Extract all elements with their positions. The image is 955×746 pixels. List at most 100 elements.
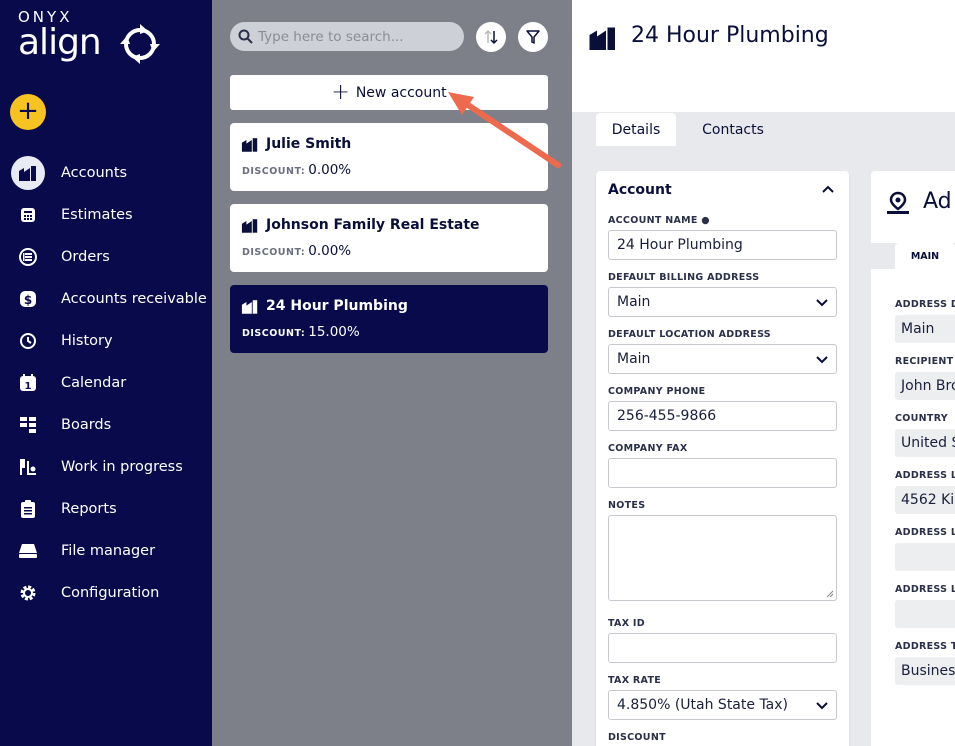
sidebar: ONYX align + Accounts Estimates Orders $… [0, 0, 212, 746]
page-title: 24 Hour Plumbing [631, 23, 829, 48]
history-icon [11, 324, 45, 358]
search-input[interactable]: Type here to search... [230, 22, 464, 51]
tab-main[interactable]: MAIN [895, 243, 955, 269]
app-logo: ONYX align [18, 8, 178, 70]
annotation-arrow [448, 92, 561, 168]
sidebar-item-file-manager[interactable]: File manager [0, 530, 212, 572]
account-card-selected[interactable]: 24 Hour Plumbing DISCOUNT: 15.00% [230, 285, 548, 353]
billing-address-label: DEFAULT BILLING ADDRESS [608, 272, 760, 283]
address-line-1-field[interactable]: 4562 Kil [895, 486, 955, 514]
company-phone-field[interactable]: 256-455-9866 [608, 401, 837, 431]
location-address-value: Main [617, 351, 651, 367]
sidebar-item-configuration[interactable]: Configuration [0, 572, 212, 614]
address-line-3-field[interactable] [895, 600, 955, 628]
discount-label: DISCOUNT: [242, 328, 306, 339]
calendar-icon: 1 [11, 366, 45, 400]
sidebar-item-label: Orders [61, 249, 110, 265]
tax-rate-select[interactable]: 4.850% (Utah State Tax) [608, 690, 837, 720]
chevron-down-icon [816, 356, 828, 364]
sidebar-item-label: File manager [61, 543, 156, 559]
chevron-up-icon[interactable] [821, 184, 835, 194]
plus-icon: + [331, 79, 350, 105]
add-button[interactable]: + [10, 94, 46, 130]
billing-address-value: Main [617, 294, 651, 310]
tax-id-field[interactable] [608, 633, 837, 663]
sidebar-item-label: Work in progress [61, 459, 183, 475]
orders-icon [11, 240, 45, 274]
account-name: 24 Hour Plumbing [266, 298, 408, 314]
sidebar-item-label: History [61, 333, 113, 349]
address-line-2-field[interactable] [895, 543, 955, 571]
sidebar-item-label: Accounts receivable [61, 291, 207, 307]
resize-grip-icon[interactable] [826, 590, 834, 598]
sidebar-item-boards[interactable]: Boards [0, 404, 212, 446]
sidebar-item-accounts-receivable[interactable]: $ Accounts receivable [0, 278, 212, 320]
notes-textarea[interactable] [608, 515, 837, 601]
sidebar-item-orders[interactable]: Orders [0, 236, 212, 278]
tax-rate-label: TAX RATE [608, 675, 662, 686]
tax-rate-value: 4.850% (Utah State Tax) [617, 697, 789, 713]
sort-icon [484, 29, 498, 45]
field-label: ADDRESS DIS [895, 299, 955, 310]
account-detail: 24 Hour Plumbing Details Contacts Accoun… [572, 0, 955, 746]
field-label: RECIPIENT [895, 356, 954, 367]
sidebar-item-accounts[interactable]: Accounts [0, 152, 212, 194]
billing-address-select[interactable]: Main [608, 287, 837, 317]
sidebar-item-label: Configuration [61, 585, 160, 601]
chevron-down-icon [816, 702, 828, 710]
account-name: Julie Smith [266, 136, 352, 152]
sidebar-item-label: Estimates [61, 207, 133, 223]
discount-label: DISCOUNT: [242, 166, 306, 177]
tax-id-label: TAX ID [608, 618, 645, 629]
gear-icon [11, 576, 45, 610]
company-fax-field[interactable] [608, 458, 837, 488]
account-name: Johnson Family Real Estate [266, 217, 480, 233]
filter-icon [526, 30, 540, 44]
sort-button[interactable] [476, 22, 506, 52]
factory-icon [11, 156, 45, 190]
factory-icon [241, 300, 258, 314]
discount-label: DISCOUNT: [242, 247, 306, 258]
discount-value: 0.00% [308, 243, 352, 259]
sidebar-item-work-in-progress[interactable]: Work in progress [0, 446, 212, 488]
sidebar-item-reports[interactable]: Reports [0, 488, 212, 530]
filter-button[interactable] [518, 22, 548, 52]
tab-details[interactable]: Details [596, 113, 676, 146]
chevron-down-icon [816, 299, 828, 307]
account-panel: Account ACCOUNT NAME ● 24 Hour Plumbing … [596, 171, 849, 746]
sidebar-item-label: Calendar [61, 375, 127, 391]
recipient-field[interactable]: John Bro [895, 372, 955, 400]
tab-contacts[interactable]: Contacts [692, 113, 774, 146]
svg-text:$: $ [24, 293, 32, 307]
discount-label: DISCOUNT [608, 732, 666, 743]
factory-icon [241, 219, 258, 233]
location-address-label: DEFAULT LOCATION ADDRESS [608, 329, 771, 340]
field-label: ADDRESS LIN [895, 527, 955, 538]
address-display-field[interactable]: Main [895, 315, 955, 343]
account-card[interactable]: Johnson Family Real Estate DISCOUNT: 0.00… [230, 204, 548, 272]
company-fax-label: COMPANY FAX [608, 443, 688, 454]
field-label: ADDRESS LIN [895, 584, 955, 595]
factory-icon [589, 27, 615, 50]
location-address-select[interactable]: Main [608, 344, 837, 374]
svg-text:1: 1 [25, 381, 32, 392]
logo-cycle-icon [120, 24, 160, 64]
account-discount: DISCOUNT: 15.00% [242, 324, 360, 340]
sidebar-item-label: Reports [61, 501, 117, 517]
boards-icon [11, 408, 45, 442]
country-field[interactable]: United S [895, 429, 955, 457]
location-pin-icon [887, 191, 909, 214]
factory-icon [241, 138, 258, 152]
search-placeholder: Type here to search... [258, 28, 404, 45]
account-name-field[interactable]: 24 Hour Plumbing [608, 230, 837, 260]
search-icon [238, 29, 253, 44]
account-discount: DISCOUNT: 0.00% [242, 243, 351, 259]
calculator-icon [11, 198, 45, 232]
wip-icon [11, 450, 45, 484]
sidebar-item-estimates[interactable]: Estimates [0, 194, 212, 236]
field-label: ADDRESS TY [895, 641, 955, 652]
sidebar-item-calendar[interactable]: 1 Calendar [0, 362, 212, 404]
sidebar-item-history[interactable]: History [0, 320, 212, 362]
address-type-field[interactable]: Busines [895, 657, 955, 685]
detail-header: 24 Hour Plumbing [572, 0, 955, 112]
